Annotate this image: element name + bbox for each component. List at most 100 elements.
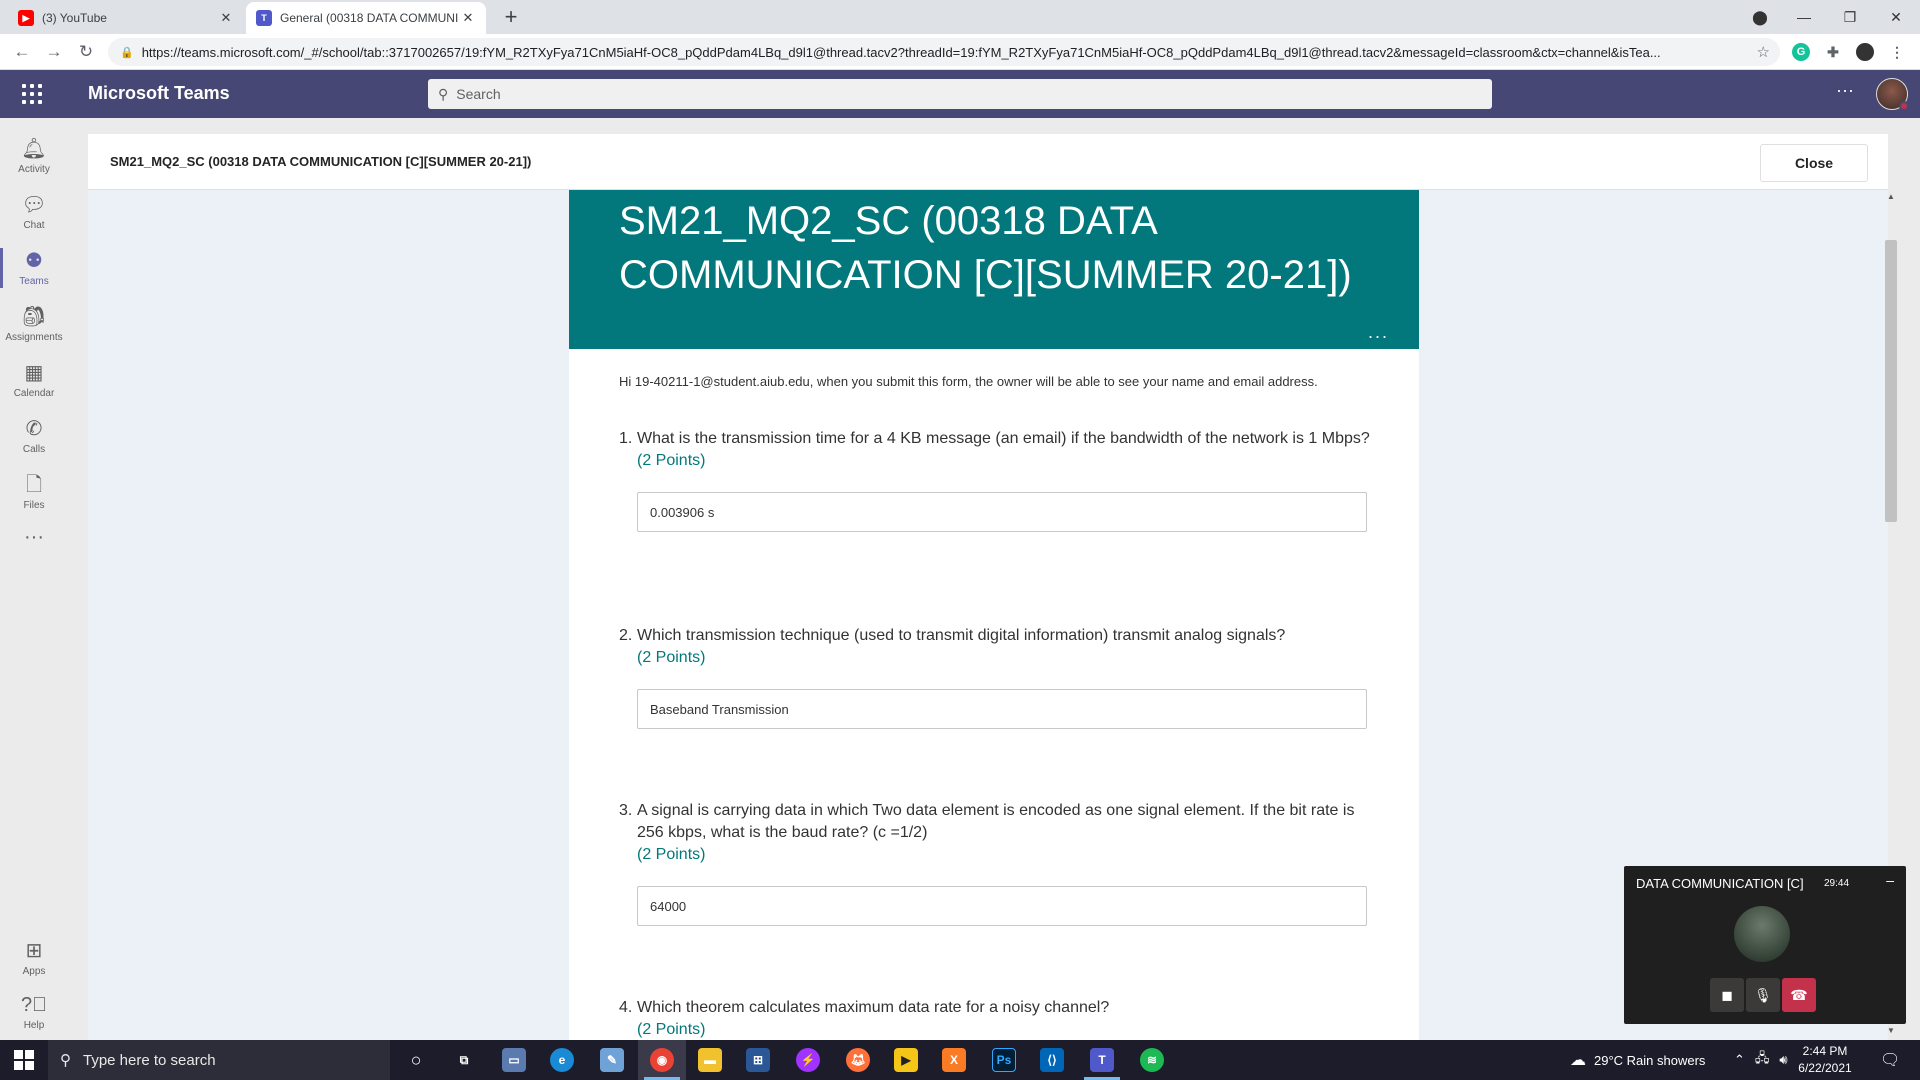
browser-toolbar: ← → ↻ 🔒 https://teams.microsoft.com/_#/s… [0,34,1920,70]
mic-off-button[interactable]: 🎙︎ [1746,978,1780,1012]
form-title: SM21_MQ2_SC (00318 DATA COMMUNICATION [C… [619,199,1352,297]
tab-title: (3) YouTube [42,11,107,25]
grammarly-icon[interactable]: G [1792,43,1810,61]
rail-item-label: Calls [22,443,46,455]
close-tab-icon[interactable]: ✕ [218,10,234,26]
tab-youtube[interactable]: ▶ (3) YouTube ✕ [8,2,244,34]
user-avatar[interactable] [1876,78,1909,111]
close-tab-icon[interactable]: ✕ [460,10,476,26]
rail-item-chat[interactable]: 💬︎ Chat [0,184,68,240]
reload-button[interactable]: ↻ [74,40,98,64]
question-number: 4. [619,999,633,1016]
rail-item-more[interactable]: ··· [0,510,68,566]
minimize-button[interactable]: — [1782,0,1826,34]
teams-taskbar-icon[interactable]: T [1090,1048,1114,1072]
app-launcher-icon[interactable] [22,84,42,104]
edge-icon[interactable]: e [550,1048,574,1072]
back-button[interactable]: ← [10,40,34,64]
bookmark-star-icon[interactable]: ☆ [1757,43,1770,61]
chevron-up-icon[interactable]: ⌃ [1734,1052,1745,1068]
new-tab-button[interactable]: + [498,4,524,30]
player-icon[interactable]: ▶ [894,1048,918,1072]
question-4: 4. Which theorem calculates maximum data… [619,997,1379,1040]
rail-item-calls[interactable]: ✆ Calls [0,408,68,464]
firefox-icon[interactable]: 🦊︎ [846,1048,870,1072]
rail-item-label: Files [23,499,45,511]
rail-item-help[interactable]: ?⃝ Help [0,984,68,1040]
forward-button[interactable]: → [42,40,66,64]
taskbar-search-input[interactable]: ⚲ Type here to search [48,1040,390,1080]
app-icon[interactable]: ▭ [502,1048,526,1072]
question-text: Which theorem calculates maximum data ra… [637,999,1110,1016]
taskbar-search-placeholder: Type here to search [83,1051,216,1069]
question-points: (2 Points) [637,452,706,469]
search-icon: ⚲ [438,85,449,102]
vscode-icon[interactable]: ⟨⟩ [1040,1048,1064,1072]
question-points: (2 Points) [637,649,706,666]
rail-item-apps[interactable]: ⊞ Apps [0,930,68,986]
rail-item-activity[interactable]: 🔔︎ Activity [0,128,68,184]
more-options-icon[interactable]: ··· [1836,80,1854,101]
rail-item-label: Teams [19,275,49,287]
rail-item-assignments[interactable]: 🎒︎ Assignments [0,296,68,352]
form-banner: SM21_MQ2_SC (00318 DATA COMMUNICATION [C… [569,190,1419,349]
weather-widget[interactable]: ☁ 29°C Rain showers [1570,1040,1705,1080]
cortana-icon[interactable]: ○ [404,1048,428,1072]
apps-icon: ⊞ [25,939,43,962]
bell-icon: 🔔︎ [21,137,47,160]
task-view-icon[interactable]: ⧉ [452,1048,476,1072]
rail-item-label: Apps [22,965,46,977]
file-icon: 🗋 [25,473,43,496]
photoshop-icon[interactable]: Ps [992,1048,1016,1072]
notepad-icon[interactable]: ✎ [600,1048,624,1072]
restore-button[interactable]: ❐ [1828,0,1872,34]
xampp-icon[interactable]: X [942,1048,966,1072]
store-icon[interactable]: ⊞ [746,1048,770,1072]
address-bar[interactable]: 🔒 https://teams.microsoft.com/_#/school/… [108,38,1780,66]
chrome-icon[interactable]: ◉ [650,1048,674,1072]
chrome-menu-icon[interactable]: ⋮ [1888,43,1906,61]
system-clock[interactable]: 2:44 PM 6/22/2021 [1790,1043,1860,1077]
chat-icon: 💬︎ [21,193,47,216]
teams-header: Microsoft Teams ⚲ Search ··· [0,70,1920,118]
answer-field[interactable]: Baseband Transmission [637,689,1367,729]
close-window-button[interactable]: ✕ [1874,0,1918,34]
messenger-icon[interactable]: ⚡ [796,1048,820,1072]
assignments-icon: 🎒︎ [21,305,47,328]
answer-field[interactable]: 64000 [637,886,1367,926]
call-duration: 29:44 [1824,878,1850,889]
page-header: SM21_MQ2_SC (00318 DATA COMMUNICATION [C… [88,134,1888,190]
close-button[interactable]: Close [1760,144,1868,182]
rail-item-calendar[interactable]: ▦ Calendar [0,352,68,408]
question-3: 3. A signal is carrying data in which Tw… [619,800,1379,926]
scrollbar-thumb[interactable] [1885,240,1897,522]
tab-teams[interactable]: T General (00318 DATA COMMUNI ✕ [246,2,486,34]
call-mini-window[interactable]: DATA COMMUNICATION [C] 29:44 – ◼ 🎙︎ ☎ [1624,866,1906,1024]
volume-icon[interactable]: 🔊︎ [1779,1052,1787,1068]
form-more-options-icon[interactable]: ... [1368,322,1389,343]
minimize-call-icon[interactable]: – [1886,872,1894,888]
profile-avatar[interactable] [1856,43,1874,61]
camera-off-button[interactable]: ◼ [1710,978,1744,1012]
network-icon[interactable]: 🖧︎ [1755,1049,1770,1071]
search-input[interactable]: ⚲ Search [428,79,1492,109]
profile-menu-icon[interactable]: ⬤ [1738,0,1782,34]
tray-icons[interactable]: ⌃ 🖧︎ 🔊︎ [1734,1040,1788,1080]
spotify-icon[interactable]: ≋ [1140,1048,1164,1072]
scroll-down-arrow[interactable]: ▼ [1884,1026,1898,1035]
search-icon: ⚲ [60,1052,71,1069]
hang-up-button[interactable]: ☎ [1782,978,1816,1012]
windows-start-icon[interactable] [14,1050,34,1070]
question-points: (2 Points) [637,846,706,863]
question-number: 3. [619,802,633,819]
notification-icon[interactable]: 🗨︎ [1880,1050,1900,1070]
lock-icon: 🔒 [120,46,134,59]
file-explorer-icon[interactable]: ▬ [698,1048,722,1072]
question-number: 2. [619,627,633,644]
more-icon: ··· [24,526,44,548]
participant-avatar [1734,906,1790,962]
extensions-icon[interactable]: ✚ [1824,43,1842,61]
answer-field[interactable]: 0.003906 s [637,492,1367,532]
rail-item-teams[interactable]: ⚉ Teams [0,240,68,296]
clock-date: 6/22/2021 [1798,1061,1852,1075]
